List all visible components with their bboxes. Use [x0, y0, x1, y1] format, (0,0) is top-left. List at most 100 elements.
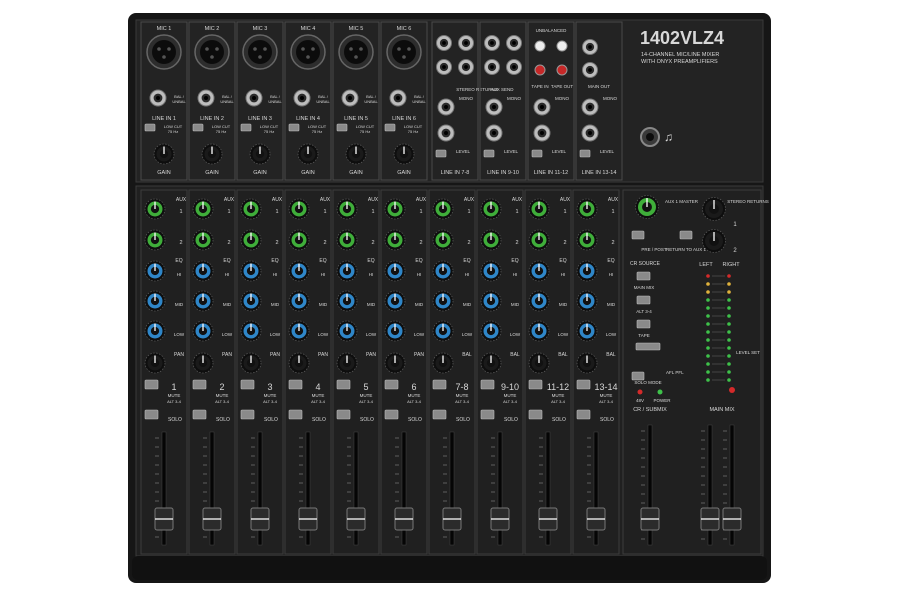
mute-button[interactable] — [528, 379, 543, 390]
aux-1-knob[interactable] — [288, 198, 310, 220]
solo-button[interactable] — [576, 409, 591, 420]
solo-button[interactable] — [240, 409, 255, 420]
pan-knob[interactable] — [480, 352, 502, 374]
main-out-jack[interactable] — [582, 62, 598, 78]
return-jack[interactable] — [484, 59, 500, 75]
eq-mid-knob[interactable] — [144, 290, 166, 312]
eq-hi-knob[interactable] — [480, 260, 502, 282]
pan-knob[interactable] — [192, 352, 214, 374]
eq-mid-knob[interactable] — [336, 290, 358, 312]
eq-low-knob[interactable] — [192, 320, 214, 342]
solo-button[interactable] — [336, 409, 351, 420]
mic-xlr-input[interactable] — [290, 34, 326, 70]
stereo-line-jack-l[interactable] — [437, 98, 455, 116]
aux-1-knob[interactable] — [432, 198, 454, 220]
mute-button[interactable] — [432, 379, 447, 390]
aux-2-knob[interactable] — [288, 229, 310, 251]
aux-2-knob[interactable] — [528, 229, 550, 251]
mute-button[interactable] — [144, 379, 159, 390]
solo-mode-button[interactable] — [631, 371, 645, 381]
low-cut-button[interactable] — [384, 123, 396, 132]
aux-1-knob[interactable] — [144, 198, 166, 220]
eq-hi-knob[interactable] — [288, 260, 310, 282]
eq-hi-knob[interactable] — [528, 260, 550, 282]
pan-knob[interactable] — [288, 352, 310, 374]
solo-button[interactable] — [528, 409, 543, 420]
rca-tape-out-right[interactable] — [556, 64, 568, 76]
gain-knob[interactable] — [153, 143, 175, 165]
line-input-jack[interactable] — [197, 89, 215, 107]
eq-hi-knob[interactable] — [192, 260, 214, 282]
eq-low-knob[interactable] — [336, 320, 358, 342]
return-to-aux1-button[interactable] — [679, 230, 693, 240]
eq-mid-knob[interactable] — [528, 290, 550, 312]
eq-low-knob[interactable] — [576, 320, 598, 342]
main-out-jack[interactable] — [582, 39, 598, 55]
return-jack[interactable] — [484, 35, 500, 51]
eq-hi-knob[interactable] — [240, 260, 262, 282]
mic-xlr-input[interactable] — [338, 34, 374, 70]
line-input-jack[interactable] — [245, 89, 263, 107]
aux-1-knob[interactable] — [384, 198, 406, 220]
pre-post-button[interactable] — [631, 230, 645, 240]
aux-2-knob[interactable] — [480, 229, 502, 251]
solo-button[interactable] — [384, 409, 399, 420]
mute-button[interactable] — [288, 379, 303, 390]
mute-button[interactable] — [336, 379, 351, 390]
aux-2-knob[interactable] — [240, 229, 262, 251]
stereo-line-jack-l[interactable] — [533, 98, 551, 116]
low-cut-button[interactable] — [144, 123, 156, 132]
stereo-line-jack-r[interactable] — [437, 124, 455, 142]
rca-tape-in-right[interactable] — [534, 64, 546, 76]
pan-knob[interactable] — [336, 352, 358, 374]
stereo-line-jack-l[interactable] — [485, 98, 503, 116]
eq-mid-knob[interactable] — [432, 290, 454, 312]
aux-1-knob[interactable] — [528, 198, 550, 220]
low-cut-button[interactable] — [192, 123, 204, 132]
return-jack[interactable] — [436, 35, 452, 51]
eq-low-knob[interactable] — [240, 320, 262, 342]
return-jack[interactable] — [436, 59, 452, 75]
return-jack[interactable] — [506, 35, 522, 51]
cr-submix-button[interactable] — [635, 342, 661, 351]
cr-main-mix-button[interactable] — [636, 271, 651, 281]
eq-mid-knob[interactable] — [384, 290, 406, 312]
eq-hi-knob[interactable] — [384, 260, 406, 282]
eq-low-knob[interactable] — [144, 320, 166, 342]
eq-hi-knob[interactable] — [576, 260, 598, 282]
eq-mid-knob[interactable] — [480, 290, 502, 312]
aux-2-knob[interactable] — [576, 229, 598, 251]
low-cut-button[interactable] — [288, 123, 300, 132]
mic-xlr-input[interactable] — [194, 34, 230, 70]
eq-low-knob[interactable] — [384, 320, 406, 342]
aux-2-knob[interactable] — [432, 229, 454, 251]
aux-2-knob[interactable] — [144, 229, 166, 251]
eq-low-knob[interactable] — [480, 320, 502, 342]
low-cut-button[interactable] — [240, 123, 252, 132]
level-button[interactable] — [435, 149, 447, 158]
level-button[interactable] — [579, 149, 591, 158]
mic-xlr-input[interactable] — [386, 34, 422, 70]
gain-knob[interactable] — [249, 143, 271, 165]
aux-2-knob[interactable] — [192, 229, 214, 251]
mute-button[interactable] — [576, 379, 591, 390]
return-jack[interactable] — [506, 59, 522, 75]
eq-low-knob[interactable] — [528, 320, 550, 342]
eq-hi-knob[interactable] — [144, 260, 166, 282]
rca-tape-in-left[interactable] — [534, 40, 546, 52]
mute-button[interactable] — [240, 379, 255, 390]
cr-tape-button[interactable] — [636, 319, 651, 329]
low-cut-button[interactable] — [336, 123, 348, 132]
aux-2-knob[interactable] — [384, 229, 406, 251]
line-input-jack[interactable] — [341, 89, 359, 107]
stereo-line-jack-l[interactable] — [581, 98, 599, 116]
stereo-line-jack-r[interactable] — [533, 124, 551, 142]
aux-1-knob[interactable] — [240, 198, 262, 220]
pan-knob[interactable] — [144, 352, 166, 374]
mic-xlr-input[interactable] — [146, 34, 182, 70]
mute-button[interactable] — [480, 379, 495, 390]
gain-knob[interactable] — [297, 143, 319, 165]
solo-button[interactable] — [192, 409, 207, 420]
solo-button[interactable] — [432, 409, 447, 420]
aux-2-knob[interactable] — [336, 229, 358, 251]
